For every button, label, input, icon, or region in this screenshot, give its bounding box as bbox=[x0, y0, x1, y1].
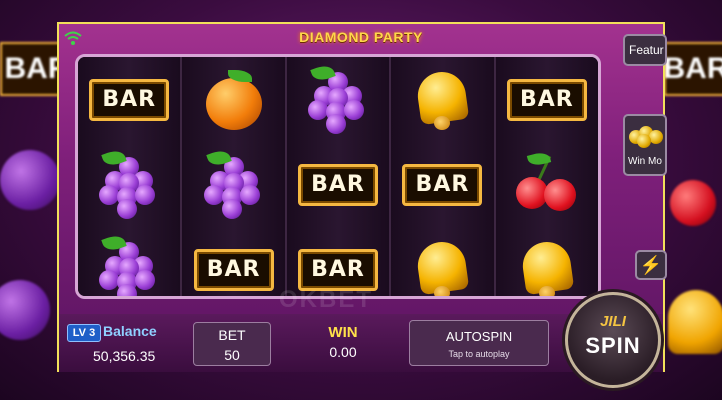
reel-cell: BAR bbox=[496, 57, 598, 142]
win-more-button[interactable]: Win Mo bbox=[623, 114, 667, 176]
autospin-label: AUTOSPIN bbox=[445, 329, 513, 344]
level-badge: LV 3 bbox=[67, 324, 101, 342]
balance-value: 50,356.35 bbox=[93, 348, 156, 364]
reel-cell bbox=[78, 227, 180, 296]
turbo-button[interactable]: ⚡ bbox=[635, 250, 667, 280]
reel-cell: BAR bbox=[78, 57, 180, 142]
reel-column: BAR bbox=[391, 57, 496, 296]
grape-icon bbox=[202, 147, 266, 219]
balance-label: Balance bbox=[103, 323, 157, 339]
background-grape-icon bbox=[0, 280, 50, 340]
autospin-button[interactable]: AUTOSPIN Tap to autoplay bbox=[409, 320, 549, 366]
reel-cell bbox=[182, 57, 284, 142]
title-bar: DIAMOND PARTY bbox=[59, 24, 663, 52]
feature-button-label: Featur bbox=[629, 43, 664, 57]
win-more-label: Win Mo bbox=[628, 156, 662, 167]
background-grape-icon bbox=[0, 150, 60, 210]
bar-symbol: BAR bbox=[298, 163, 379, 206]
background-bar-symbol: BAR bbox=[664, 42, 722, 96]
reel-column: BAR BAR bbox=[286, 57, 392, 296]
balance-display: LV 3 Balance 50,356.35 bbox=[65, 320, 177, 366]
grape-icon bbox=[97, 147, 161, 219]
bet-label: BET bbox=[218, 327, 246, 343]
game-title: DIAMOND PARTY bbox=[299, 29, 423, 45]
grape-icon bbox=[97, 232, 161, 296]
feature-button[interactable]: Featur bbox=[623, 34, 667, 66]
bell-icon bbox=[517, 238, 577, 296]
background-bell-icon bbox=[668, 290, 722, 354]
spin-label: SPIN bbox=[585, 333, 641, 358]
reel-cell bbox=[287, 57, 389, 142]
background-cherry-icon bbox=[670, 180, 716, 226]
win-value: 0.00 bbox=[329, 344, 357, 360]
reel-column: BAR bbox=[495, 57, 598, 296]
spin-brand: JILI bbox=[600, 313, 626, 330]
reel-grid: BAR BAR BAR BAR BAR BAR bbox=[75, 54, 601, 299]
reel-column: BAR bbox=[78, 57, 183, 296]
spin-button[interactable]: JILI SPIN bbox=[565, 292, 661, 388]
reel-cell: BAR bbox=[391, 142, 493, 227]
lightning-icon: ⚡ bbox=[639, 254, 663, 275]
bar-symbol: BAR bbox=[89, 78, 170, 121]
bar-symbol: BAR bbox=[402, 163, 483, 206]
watermark: OKBET bbox=[279, 286, 373, 313]
bell-icon bbox=[412, 68, 472, 132]
coins-icon bbox=[629, 122, 663, 148]
reel-cell bbox=[391, 227, 493, 296]
autospin-hint: Tap to autoplay bbox=[448, 349, 510, 359]
bar-symbol: BAR bbox=[298, 248, 379, 291]
reel-cell bbox=[78, 142, 180, 227]
grape-icon bbox=[306, 62, 370, 134]
orange-icon bbox=[204, 69, 264, 130]
bar-symbol: BAR bbox=[193, 248, 274, 291]
reel-cell: BAR bbox=[182, 227, 284, 296]
win-label: WIN bbox=[328, 324, 358, 341]
reel-cell bbox=[496, 227, 598, 296]
cherry-icon bbox=[514, 149, 580, 217]
bet-button[interactable]: BET 50 bbox=[193, 322, 271, 366]
reel-cell bbox=[391, 57, 493, 142]
reel-column: BAR bbox=[182, 57, 287, 296]
reel-cell bbox=[182, 142, 284, 227]
reel-cell bbox=[496, 142, 598, 227]
bar-symbol: BAR bbox=[506, 78, 587, 121]
bell-icon bbox=[412, 238, 472, 296]
reel-cell: BAR bbox=[287, 142, 389, 227]
bet-value: 50 bbox=[224, 347, 240, 363]
